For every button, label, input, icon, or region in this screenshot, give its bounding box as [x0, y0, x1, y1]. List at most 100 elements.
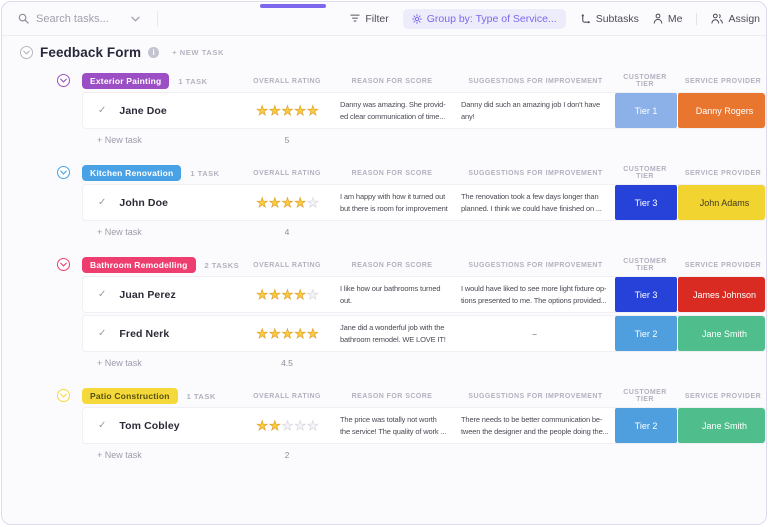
group-chevron-icon[interactable]: [57, 166, 70, 179]
reason-cell[interactable]: I am happy with how it turned out but th…: [328, 185, 458, 220]
star-filled-icon[interactable]: ★: [282, 326, 295, 342]
star-filled-icon[interactable]: ★: [282, 195, 295, 211]
column-header-tier: CUSTOMER TIER: [614, 389, 676, 403]
star-filled-icon[interactable]: ★: [282, 287, 295, 303]
rating-stars[interactable]: ★★★★★: [248, 93, 328, 128]
customer-tier-cell[interactable]: Tier 3: [615, 277, 677, 312]
star-filled-icon[interactable]: ★: [269, 418, 282, 434]
group-task-count: 1 TASK: [187, 392, 216, 401]
table-row[interactable]: ✓Juan Perez ★★★★★ I like how our bathroo…: [82, 276, 766, 313]
star-filled-icon[interactable]: ★: [307, 326, 320, 342]
group-footer: + New task 5: [82, 131, 766, 149]
star-filled-icon[interactable]: ★: [307, 103, 320, 119]
star-empty-icon[interactable]: ★: [294, 418, 307, 434]
group-chevron-icon[interactable]: [57, 389, 70, 402]
customer-tier-cell[interactable]: Tier 2: [615, 316, 677, 351]
chevron-down-icon[interactable]: [131, 16, 140, 22]
suggestions-cell[interactable]: I would have liked to see more light fix…: [458, 277, 615, 312]
reason-cell[interactable]: I like how our bathrooms turned out.: [328, 277, 458, 312]
add-task-button[interactable]: + New task: [82, 358, 247, 368]
star-filled-icon[interactable]: ★: [282, 103, 295, 119]
reason-cell[interactable]: Danny was amazing. She provid- ed clear …: [328, 93, 458, 128]
group-chevron-icon[interactable]: [57, 74, 70, 87]
group-badge[interactable]: Patio Construction: [82, 388, 178, 404]
service-provider-cell[interactable]: Jane Smith: [678, 408, 766, 443]
collapse-view-chevron-icon[interactable]: [20, 46, 33, 59]
search-input[interactable]: [36, 13, 124, 25]
star-filled-icon[interactable]: ★: [256, 287, 269, 303]
suggestions-cell[interactable]: There needs to be better communication b…: [458, 408, 615, 443]
star-filled-icon[interactable]: ★: [294, 103, 307, 119]
suggestions-cell[interactable]: –: [458, 316, 615, 351]
star-empty-icon[interactable]: ★: [307, 287, 320, 303]
star-filled-icon[interactable]: ★: [256, 195, 269, 211]
tab-indicator: [260, 4, 326, 8]
group-chevron-icon[interactable]: [57, 258, 70, 271]
star-empty-icon[interactable]: ★: [307, 195, 320, 211]
task-name[interactable]: Fred Nerk: [119, 328, 169, 340]
task-check-icon[interactable]: ✓: [98, 420, 106, 431]
table-row[interactable]: ✓Fred Nerk ★★★★★ Jane did a wonderful jo…: [82, 315, 766, 352]
star-filled-icon[interactable]: ★: [269, 326, 282, 342]
group-task-count: 2 TASKS: [205, 261, 240, 270]
suggestions-cell[interactable]: The renovation took a few days longer th…: [458, 185, 615, 220]
service-provider-cell[interactable]: James Johnson: [678, 277, 766, 312]
reason-cell[interactable]: The price was totally not worth the serv…: [328, 408, 458, 443]
group-badge[interactable]: Exterior Painting: [82, 73, 169, 89]
star-filled-icon[interactable]: ★: [256, 326, 269, 342]
star-empty-icon[interactable]: ★: [282, 418, 295, 434]
group-by-button[interactable]: Group by: Type of Service...: [403, 9, 566, 29]
task-name[interactable]: John Doe: [119, 197, 168, 209]
customer-tier-cell[interactable]: Tier 3: [615, 185, 677, 220]
star-filled-icon[interactable]: ★: [256, 103, 269, 119]
column-header-tier: CUSTOMER TIER: [614, 258, 676, 272]
star-filled-icon[interactable]: ★: [269, 195, 282, 211]
me-label: Me: [668, 13, 683, 25]
table-row[interactable]: ✓John Doe ★★★★★ I am happy with how it t…: [82, 184, 766, 221]
rating-stars[interactable]: ★★★★★: [248, 408, 328, 443]
add-task-button[interactable]: + New task: [82, 450, 247, 460]
service-provider-cell[interactable]: Jane Smith: [678, 316, 766, 351]
task-name[interactable]: Jane Doe: [119, 105, 167, 117]
task-check-icon[interactable]: ✓: [98, 328, 106, 339]
add-task-button[interactable]: + New task: [82, 135, 247, 145]
reason-cell[interactable]: Jane did a wonderful job with the bathro…: [328, 316, 458, 351]
rating-stars[interactable]: ★★★★★: [248, 316, 328, 351]
new-task-button[interactable]: + NEW TASK: [172, 48, 224, 57]
group-kitchen-renovation: Kitchen Renovation 1 TASK OVERALL RATING…: [82, 162, 766, 241]
assignee-button[interactable]: Assign: [711, 13, 760, 25]
search-box[interactable]: [18, 11, 158, 27]
star-filled-icon[interactable]: ★: [269, 103, 282, 119]
customer-tier-cell[interactable]: Tier 1: [615, 93, 677, 128]
group-badge[interactable]: Kitchen Renovation: [82, 165, 181, 181]
service-provider-cell[interactable]: John Adams: [678, 185, 766, 220]
filter-button[interactable]: Filter: [350, 13, 388, 25]
rating-stars[interactable]: ★★★★★: [248, 277, 328, 312]
subtasks-button[interactable]: Subtasks: [580, 13, 639, 25]
column-header-reason: REASON FOR SCORE: [327, 170, 457, 177]
add-task-button[interactable]: + New task: [82, 227, 247, 237]
task-name[interactable]: Juan Perez: [119, 289, 175, 301]
star-filled-icon[interactable]: ★: [294, 326, 307, 342]
rating-stars[interactable]: ★★★★★: [248, 185, 328, 220]
table-row[interactable]: ✓Jane Doe ★★★★★ Danny was amazing. She p…: [82, 92, 766, 129]
info-icon[interactable]: i: [148, 47, 159, 58]
task-name[interactable]: Tom Cobley: [119, 420, 179, 432]
rating-average: 2: [247, 450, 327, 460]
group-badge[interactable]: Bathroom Remodelling: [82, 257, 196, 273]
task-check-icon[interactable]: ✓: [98, 289, 106, 300]
service-provider-cell[interactable]: Danny Rogers: [678, 93, 766, 128]
star-filled-icon[interactable]: ★: [256, 418, 269, 434]
star-filled-icon[interactable]: ★: [294, 287, 307, 303]
task-check-icon[interactable]: ✓: [98, 197, 106, 208]
star-filled-icon[interactable]: ★: [269, 287, 282, 303]
me-button[interactable]: Me: [653, 13, 683, 25]
group-header: Bathroom Remodelling 2 TASKS OVERALL RAT…: [82, 254, 766, 276]
star-empty-icon[interactable]: ★: [307, 418, 320, 434]
task-check-icon[interactable]: ✓: [98, 105, 106, 116]
search-icon: [18, 13, 29, 24]
table-row[interactable]: ✓Tom Cobley ★★★★★ The price was totally …: [82, 407, 766, 444]
customer-tier-cell[interactable]: Tier 2: [615, 408, 677, 443]
suggestions-cell[interactable]: Danny did such an amazing job I don't ha…: [458, 93, 615, 128]
star-filled-icon[interactable]: ★: [294, 195, 307, 211]
